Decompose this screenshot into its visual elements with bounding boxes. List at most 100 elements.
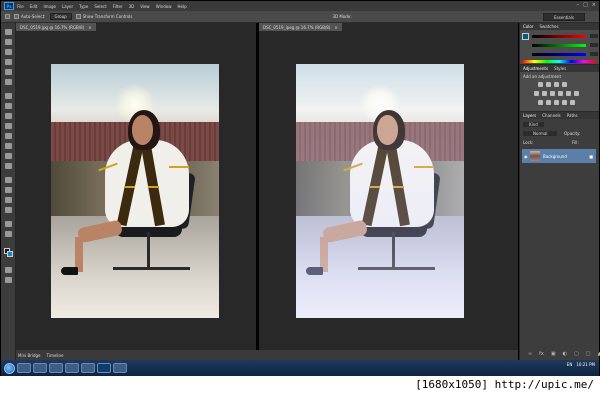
menu-file[interactable]: File bbox=[17, 4, 24, 9]
document-tab[interactable]: DSC_0519_ipeg @ 16.7% (RGB/8) × bbox=[259, 23, 342, 31]
zoom-icon[interactable] bbox=[5, 231, 12, 237]
gradient-map-icon[interactable] bbox=[562, 100, 567, 105]
tab-paths[interactable]: Paths bbox=[567, 113, 578, 118]
curves-icon[interactable] bbox=[554, 82, 559, 87]
minimize-icon[interactable]: – bbox=[577, 2, 580, 8]
red-value-field[interactable] bbox=[590, 34, 598, 38]
tab-swatches[interactable]: Swatches bbox=[539, 24, 558, 29]
auto-select-option[interactable]: Auto-Select: bbox=[14, 14, 46, 19]
link-layers-icon[interactable]: ∞ bbox=[528, 351, 532, 357]
menu-view[interactable]: View bbox=[140, 4, 150, 9]
tab-color[interactable]: Color bbox=[523, 24, 533, 29]
green-value-field[interactable] bbox=[590, 43, 598, 47]
exposure-icon[interactable] bbox=[562, 82, 567, 87]
gradient-icon[interactable] bbox=[5, 143, 12, 149]
black-white-icon[interactable] bbox=[558, 91, 563, 96]
auto-select-checkbox[interactable] bbox=[14, 14, 19, 19]
selective-color-icon[interactable] bbox=[570, 100, 575, 105]
quick-mask-icon[interactable] bbox=[5, 267, 12, 273]
clock[interactable]: 10:21 PM bbox=[576, 362, 595, 367]
foreground-color-swatch[interactable] bbox=[522, 33, 529, 40]
hue-saturation-icon[interactable] bbox=[542, 91, 547, 96]
menu-filter[interactable]: Filter bbox=[113, 4, 123, 9]
visibility-eye-icon[interactable]: ◉ bbox=[524, 154, 528, 159]
color-balance-icon[interactable] bbox=[550, 91, 555, 96]
photo-filter-icon[interactable] bbox=[566, 91, 571, 96]
hand-icon[interactable] bbox=[5, 221, 12, 227]
pen-icon[interactable] bbox=[5, 177, 12, 183]
healing-brush-icon[interactable] bbox=[5, 93, 12, 99]
canvas-area[interactable] bbox=[16, 31, 256, 352]
close-icon[interactable]: × bbox=[88, 25, 91, 30]
taskbar-app-icon[interactable] bbox=[65, 363, 79, 373]
vibrance-icon[interactable] bbox=[534, 91, 539, 96]
brush-icon[interactable] bbox=[5, 103, 12, 109]
shape-icon[interactable] bbox=[5, 207, 12, 213]
screen-mode-icon[interactable] bbox=[5, 277, 12, 283]
close-icon[interactable]: × bbox=[334, 25, 337, 30]
transform-controls-checkbox[interactable] bbox=[75, 14, 81, 19]
tab-channels[interactable]: Channels bbox=[542, 113, 561, 118]
taskbar-window-icon[interactable] bbox=[113, 363, 127, 373]
move-tool-icon[interactable] bbox=[5, 14, 10, 19]
eyedropper-icon[interactable] bbox=[5, 79, 12, 85]
lasso-icon[interactable] bbox=[5, 49, 12, 55]
green-slider[interactable] bbox=[532, 44, 586, 47]
levels-icon[interactable] bbox=[546, 82, 551, 87]
type-icon[interactable] bbox=[5, 187, 12, 193]
marquee-icon[interactable] bbox=[5, 39, 12, 45]
tab-layers[interactable]: Layers bbox=[523, 113, 536, 118]
threshold-icon[interactable] bbox=[554, 100, 559, 105]
menu-help[interactable]: Help bbox=[177, 4, 186, 9]
red-slider[interactable] bbox=[532, 35, 586, 38]
canvas-area[interactable] bbox=[259, 31, 518, 352]
tab-adjustments[interactable]: Adjustments bbox=[523, 66, 548, 71]
maximize-icon[interactable]: □ bbox=[583, 2, 588, 8]
new-group-icon[interactable]: ▢ bbox=[574, 351, 579, 357]
language-indicator[interactable]: EN bbox=[567, 362, 573, 367]
blur-icon[interactable] bbox=[5, 153, 12, 159]
taskbar-ie-icon[interactable] bbox=[17, 363, 31, 373]
layer-name[interactable]: Background bbox=[543, 154, 567, 159]
channel-mixer-icon[interactable] bbox=[574, 91, 579, 96]
blue-slider[interactable] bbox=[532, 53, 586, 56]
blue-value-field[interactable] bbox=[590, 52, 598, 56]
document-tab[interactable]: DSC_0519.jpg @ 16.7% (RGB/8) × bbox=[16, 23, 96, 31]
layer-style-icon[interactable]: fx bbox=[539, 351, 544, 357]
workspace-select[interactable]: Essentials bbox=[542, 13, 585, 21]
add-mask-icon[interactable]: ▣ bbox=[551, 351, 556, 357]
tab-styles[interactable]: Styles bbox=[554, 66, 566, 71]
move-icon[interactable] bbox=[5, 29, 12, 35]
start-button-icon[interactable] bbox=[4, 362, 15, 374]
menu-window[interactable]: Window bbox=[156, 4, 172, 9]
clone-stamp-icon[interactable] bbox=[5, 113, 12, 119]
blend-mode-select[interactable]: Normal bbox=[523, 131, 558, 136]
menu-3d[interactable]: 3D bbox=[129, 4, 135, 9]
path-select-icon[interactable] bbox=[5, 197, 12, 203]
eraser-icon[interactable] bbox=[5, 133, 12, 139]
layer-mode-select[interactable]: Group bbox=[49, 13, 72, 20]
new-layer-icon[interactable]: □ bbox=[586, 351, 591, 357]
brightness-contrast-icon[interactable] bbox=[538, 82, 543, 87]
taskbar-browser-icon[interactable] bbox=[81, 363, 95, 373]
transform-controls-option[interactable]: Show Transform Controls bbox=[75, 14, 132, 19]
history-brush-icon[interactable] bbox=[5, 123, 12, 129]
menu-type[interactable]: Type bbox=[79, 4, 88, 9]
close-icon[interactable]: × bbox=[592, 2, 596, 8]
tab-mini-bridge[interactable]: Mini Bridge bbox=[18, 353, 41, 358]
menu-edit[interactable]: Edit bbox=[30, 4, 38, 9]
color-ramp[interactable] bbox=[522, 60, 596, 63]
posterize-icon[interactable] bbox=[546, 100, 551, 105]
layer-filter-select[interactable]: Kind bbox=[523, 122, 544, 127]
dodge-icon[interactable] bbox=[5, 163, 12, 169]
menu-layer[interactable]: Layer bbox=[62, 4, 73, 9]
taskbar-media-icon[interactable] bbox=[49, 363, 63, 373]
new-adjustment-icon[interactable]: ◐ bbox=[563, 351, 567, 357]
taskbar-explorer-icon[interactable] bbox=[33, 363, 47, 373]
crop-icon[interactable] bbox=[5, 69, 12, 75]
menu-image[interactable]: Image bbox=[43, 4, 56, 9]
background-color-swatch[interactable] bbox=[7, 251, 13, 257]
quick-select-icon[interactable] bbox=[5, 59, 12, 65]
tab-timeline[interactable]: Timeline bbox=[47, 353, 64, 358]
menu-select[interactable]: Select bbox=[94, 4, 106, 9]
